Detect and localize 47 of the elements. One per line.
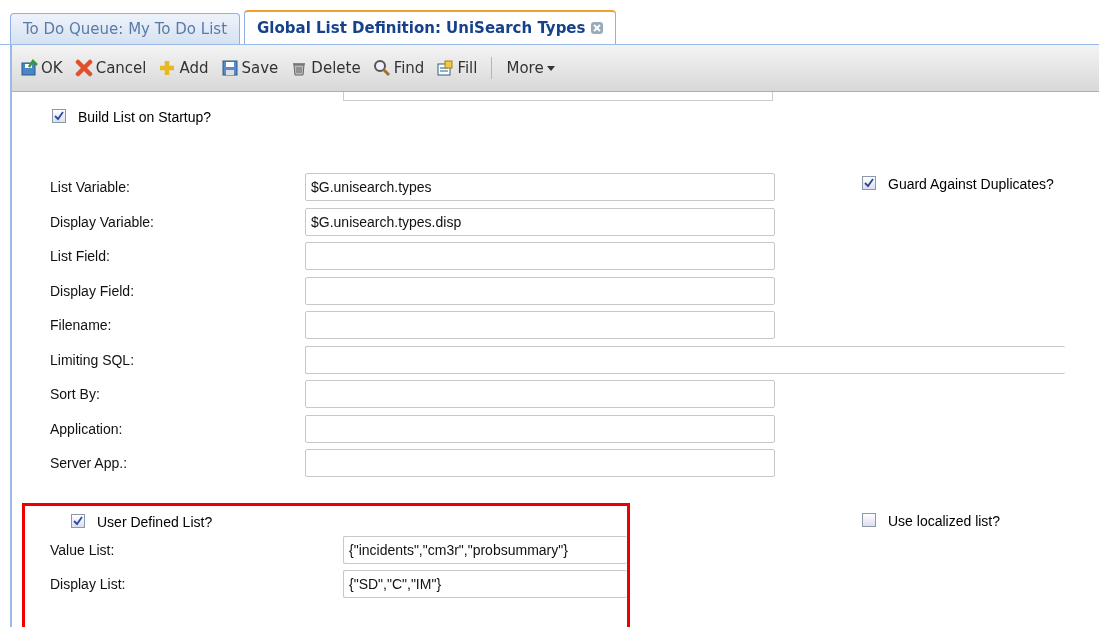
field-label: List Variable: <box>50 179 130 196</box>
input-field[interactable] <box>305 380 775 409</box>
checkbox[interactable] <box>52 109 66 123</box>
input-field[interactable] <box>305 276 775 305</box>
toolbar-button[interactable]: Cancel <box>70 56 151 80</box>
input-field[interactable] <box>305 311 775 340</box>
checkbox[interactable] <box>862 512 876 527</box>
checkbox[interactable] <box>71 513 85 528</box>
input-field[interactable] <box>305 414 775 443</box>
field-label: Limiting SQL: <box>50 351 135 368</box>
toolbar-button[interactable]: Add <box>154 56 213 80</box>
input-field[interactable]: {"SD","C","IM"} <box>343 570 627 599</box>
plus-icon <box>158 59 177 77</box>
close-icon <box>74 59 93 77</box>
checkbox-label: Guard Against Duplicates? <box>888 175 1054 192</box>
close-icon[interactable] <box>591 22 604 34</box>
field-label: Display Variable: <box>50 213 154 230</box>
form-icon <box>436 59 455 77</box>
toolbar-button[interactable]: Delete <box>286 56 365 80</box>
input-field[interactable]: {"incidents","cm3r","probsummary"} <box>343 535 627 564</box>
input-field[interactable] <box>305 345 1065 374</box>
input-field[interactable]: $G.unisearch.types <box>305 173 775 202</box>
checkbox[interactable] <box>862 175 876 190</box>
field-label: List Field: <box>50 248 110 265</box>
toolbar-button[interactable]: Find <box>368 56 429 80</box>
tab[interactable]: Global List Definition: UniSearch Types <box>244 10 617 44</box>
toolbar-button[interactable]: Save <box>216 56 283 80</box>
caret-icon <box>546 65 555 71</box>
input-field[interactable] <box>343 92 773 101</box>
tab[interactable]: To Do Queue: My To Do List <box>10 13 241 44</box>
field-label: Server App.: <box>50 455 128 472</box>
input-field[interactable]: $G.unisearch.types.disp <box>305 207 775 236</box>
field-label: Application: <box>50 420 123 437</box>
checkbox-label: Build List on Startup? <box>78 109 212 125</box>
input-field[interactable] <box>305 449 775 478</box>
field-label: Value List: <box>50 541 115 558</box>
field-label: Filename: <box>50 317 112 334</box>
toolbar-button[interactable]: Fill <box>432 56 482 80</box>
input-field[interactable] <box>305 242 775 271</box>
checkbox-label: User Defined List? <box>97 513 213 530</box>
field-label: Display Field: <box>50 282 135 299</box>
toolbar-button[interactable]: OK <box>16 56 67 80</box>
checkbox-label: Use localized list? <box>888 512 1001 529</box>
field-label: Display List: <box>50 576 126 593</box>
field-label: Sort By: <box>50 386 100 403</box>
more-menu-button[interactable]: More <box>502 56 559 80</box>
search-icon <box>372 59 391 77</box>
